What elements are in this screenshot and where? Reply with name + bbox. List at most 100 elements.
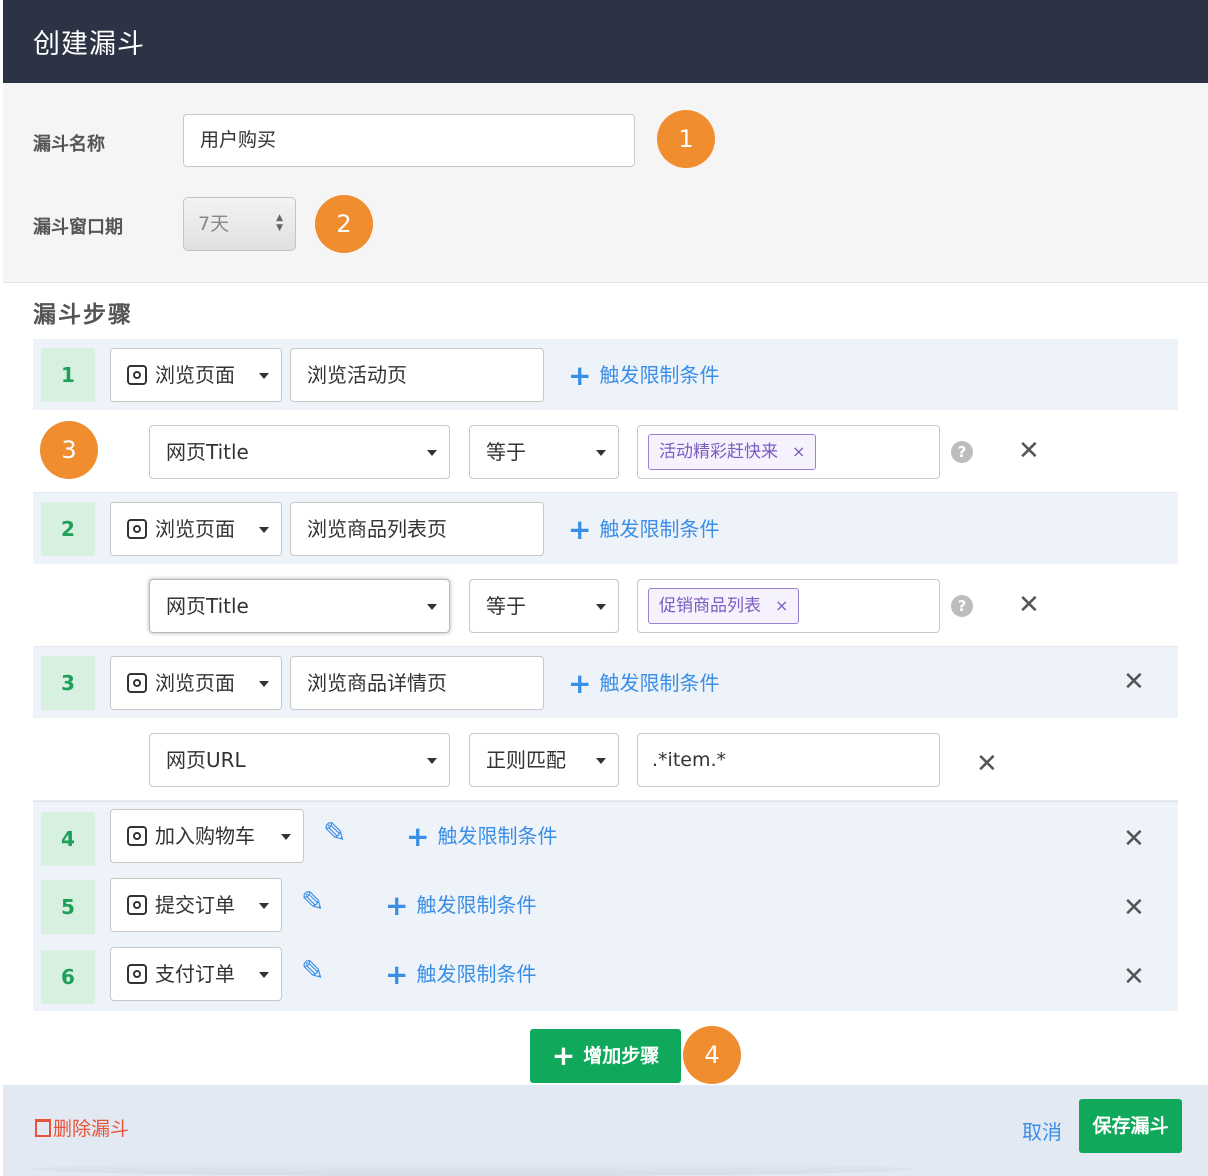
add-condition-link[interactable]: + 触发限制条件 xyxy=(385,958,536,991)
condition-field-label: 网页Title xyxy=(166,594,249,618)
delete-funnel-button[interactable]: 删除漏斗 xyxy=(35,1114,129,1141)
save-funnel-button[interactable]: 保存漏斗 xyxy=(1079,1099,1182,1153)
event-target-icon xyxy=(127,964,147,984)
caret-down-icon xyxy=(596,604,606,610)
caret-down-icon xyxy=(427,450,437,456)
value-tag-label: 活动精彩赶快来 xyxy=(659,442,778,462)
event-type-select[interactable]: 加入购物车 xyxy=(110,809,304,863)
condition-operator-select[interactable]: 等于 xyxy=(469,425,619,479)
event-type-label: 浏览页面 xyxy=(155,671,235,695)
add-condition-label: 触发限制条件 xyxy=(437,824,558,848)
add-condition-label: 触发限制条件 xyxy=(599,671,720,695)
plus-icon: + xyxy=(568,513,592,546)
step-number: 3 xyxy=(41,656,95,710)
caret-down-icon xyxy=(259,903,269,909)
dialog-header: 创建漏斗 xyxy=(3,0,1208,83)
step-row-6: 6 支付订单 ✎ + 触发限制条件 ✕ xyxy=(33,940,1178,1011)
step-row-1: 1 浏览页面 浏览活动页 + 触发限制条件 xyxy=(33,339,1178,410)
add-condition-link[interactable]: + 触发限制条件 xyxy=(568,359,719,392)
plus-icon: + xyxy=(406,820,430,853)
condition-row-3: 网页URL 正则匹配 .*item.* ✕ xyxy=(33,718,1178,801)
funnel-name-label: 漏斗名称 xyxy=(33,134,105,155)
cancel-button[interactable]: 取消 xyxy=(1022,1116,1062,1145)
condition-field-label: 网页Title xyxy=(166,440,249,464)
event-type-select[interactable]: 提交订单 xyxy=(110,878,282,932)
event-target-icon xyxy=(127,826,147,846)
value-tag: 活动精彩赶快来 × xyxy=(648,434,817,470)
event-type-select[interactable]: 浏览页面 xyxy=(110,348,282,402)
event-type-label: 浏览页面 xyxy=(155,363,235,387)
event-target-icon xyxy=(127,365,147,385)
tag-remove-icon[interactable]: × xyxy=(775,596,788,615)
caret-down-icon xyxy=(259,527,269,533)
callout-badge-2: 2 xyxy=(315,195,373,253)
step-page-name-input[interactable]: 浏览商品列表页 xyxy=(290,502,544,556)
add-condition-link[interactable]: + 触发限制条件 xyxy=(568,513,719,546)
condition-field-select[interactable]: 网页Title xyxy=(149,425,450,479)
event-type-label: 提交订单 xyxy=(155,893,235,917)
add-condition-link[interactable]: + 触发限制条件 xyxy=(568,667,719,700)
callout-badge-1: 1 xyxy=(657,110,715,168)
condition-value-tag-input[interactable]: 活动精彩赶快来 × xyxy=(637,425,940,479)
trash-icon xyxy=(35,1119,51,1137)
dialog-title: 创建漏斗 xyxy=(33,29,145,60)
funnel-name-input[interactable]: 用户购买 xyxy=(183,114,635,167)
add-step-button[interactable]: + 增加步骤 xyxy=(530,1029,681,1083)
delete-funnel-label: 删除漏斗 xyxy=(53,1118,130,1140)
event-target-icon xyxy=(127,519,147,539)
caret-down-icon xyxy=(427,604,437,610)
condition-operator-select[interactable]: 等于 xyxy=(469,579,619,633)
add-condition-link[interactable]: + 触发限制条件 xyxy=(385,889,536,922)
remove-condition-button[interactable]: ✕ xyxy=(976,749,998,779)
event-target-icon xyxy=(127,673,147,693)
event-type-select[interactable]: 支付订单 xyxy=(110,947,282,1001)
step-number: 6 xyxy=(41,950,95,1004)
pencil-icon[interactable]: ✎ xyxy=(301,885,324,918)
condition-field-select[interactable]: 网页URL xyxy=(149,733,450,787)
funnel-steps-title: 漏斗步骤 xyxy=(33,302,133,328)
remove-step-button[interactable]: ✕ xyxy=(1123,962,1145,992)
event-target-icon xyxy=(127,895,147,915)
add-condition-label: 触发限制条件 xyxy=(416,962,537,986)
value-tag-label: 促销商品列表 xyxy=(659,596,761,616)
remove-step-button[interactable]: ✕ xyxy=(1123,824,1145,854)
condition-operator-label: 正则匹配 xyxy=(486,748,566,772)
spinner-arrows-icon: ▲ ▼ xyxy=(276,213,283,233)
event-type-select[interactable]: 浏览页面 xyxy=(110,656,282,710)
plus-icon: + xyxy=(551,1039,576,1072)
help-icon[interactable]: ? xyxy=(951,595,973,617)
step-number: 5 xyxy=(41,880,95,934)
step-row-5: 5 提交订单 ✎ + 触发限制条件 ✕ xyxy=(33,871,1178,940)
event-type-label: 支付订单 xyxy=(155,962,235,986)
event-type-label: 浏览页面 xyxy=(155,517,235,541)
event-type-select[interactable]: 浏览页面 xyxy=(110,502,282,556)
pencil-icon[interactable]: ✎ xyxy=(301,954,324,987)
step-page-name-input[interactable]: 浏览活动页 xyxy=(290,348,544,402)
condition-field-select[interactable]: 网页Title xyxy=(149,579,450,633)
step-number: 4 xyxy=(41,812,95,866)
condition-operator-label: 等于 xyxy=(486,440,526,464)
step-page-name-input[interactable]: 浏览商品详情页 xyxy=(290,656,544,710)
add-step-label: 增加步骤 xyxy=(583,1045,660,1067)
plus-icon: + xyxy=(385,958,409,991)
caret-down-icon xyxy=(596,758,606,764)
tag-remove-icon[interactable]: × xyxy=(792,442,805,461)
condition-operator-select[interactable]: 正则匹配 xyxy=(469,733,619,787)
add-condition-link[interactable]: + 触发限制条件 xyxy=(406,820,557,853)
help-icon[interactable]: ? xyxy=(951,441,973,463)
remove-condition-button[interactable]: ✕ xyxy=(1018,436,1040,466)
condition-row-1: 3 网页Title 等于 活动精彩赶快来 × ? ✕ xyxy=(33,410,1178,493)
event-type-label: 加入购物车 xyxy=(155,824,255,848)
funnel-window-value: 7天 xyxy=(198,213,230,235)
remove-condition-button[interactable]: ✕ xyxy=(1018,590,1040,620)
remove-step-button[interactable]: ✕ xyxy=(1123,893,1145,923)
dialog-footer: 删除漏斗 取消 保存漏斗 xyxy=(3,1085,1208,1176)
add-condition-label: 触发限制条件 xyxy=(599,363,720,387)
caret-down-icon xyxy=(259,681,269,687)
condition-value-input[interactable]: .*item.* xyxy=(637,733,940,787)
funnel-window-select[interactable]: 7天 ▲ ▼ xyxy=(183,197,296,251)
remove-step-button[interactable]: ✕ xyxy=(1123,667,1145,697)
pencil-icon[interactable]: ✎ xyxy=(323,816,346,849)
add-condition-label: 触发限制条件 xyxy=(599,517,720,541)
condition-value-tag-input[interactable]: 促销商品列表 × xyxy=(637,579,940,633)
